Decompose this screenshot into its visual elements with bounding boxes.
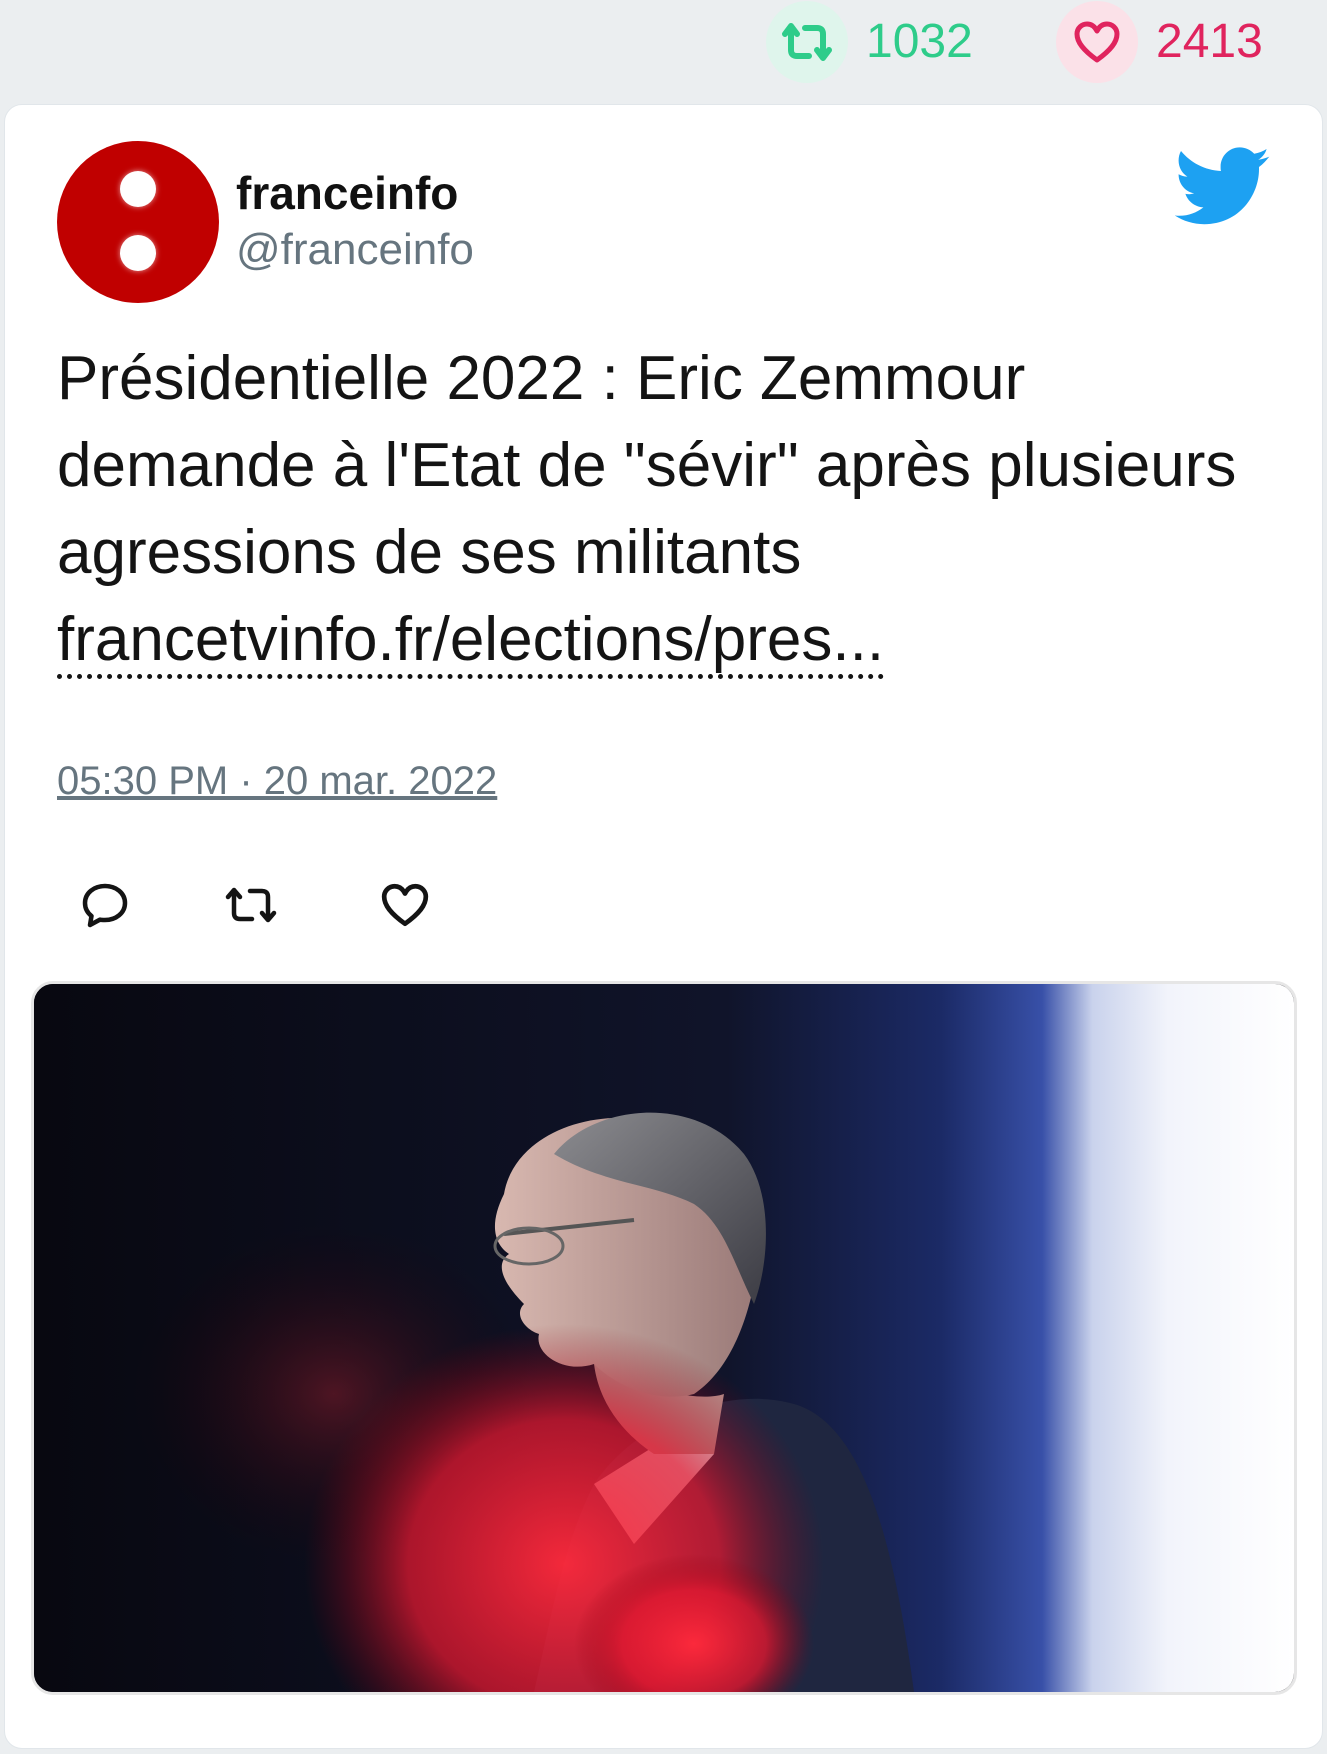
tweet-body: Présidentielle 2022 : Eric Zemmour deman… xyxy=(57,335,1257,683)
like-stat-icon xyxy=(1056,1,1138,83)
tweet-text: Présidentielle 2022 : Eric Zemmour deman… xyxy=(57,344,1237,587)
avatar[interactable] xyxy=(57,141,219,303)
tweet-link[interactable]: francetvinfo.fr/elections/pres... xyxy=(57,605,885,679)
like-stat[interactable]: 2413 xyxy=(1056,0,1263,84)
retweet-stat[interactable]: 1032 xyxy=(766,0,973,84)
twitter-bird-icon[interactable] xyxy=(1174,147,1271,227)
retweet-count: 1032 xyxy=(866,15,973,68)
tweet-timestamp[interactable]: 05:30 PM · 20 mar. 2022 xyxy=(57,755,497,807)
avatar-dot-bottom xyxy=(120,235,156,271)
retweet-stat-icon xyxy=(766,1,848,83)
author-name[interactable]: franceinfo xyxy=(236,165,458,221)
author-handle[interactable]: @franceinfo xyxy=(236,223,474,277)
avatar-dot-top xyxy=(120,171,156,207)
retweet-icon[interactable] xyxy=(223,877,279,933)
tweet-media-image[interactable] xyxy=(31,981,1297,1695)
reply-icon[interactable] xyxy=(77,877,133,933)
like-count: 2413 xyxy=(1156,15,1263,68)
heart-icon[interactable] xyxy=(377,877,433,933)
tweet-card[interactable]: franceinfo @franceinfo Présidentielle 20… xyxy=(4,104,1323,1749)
engagement-stats: 1032 2413 xyxy=(0,0,1327,100)
